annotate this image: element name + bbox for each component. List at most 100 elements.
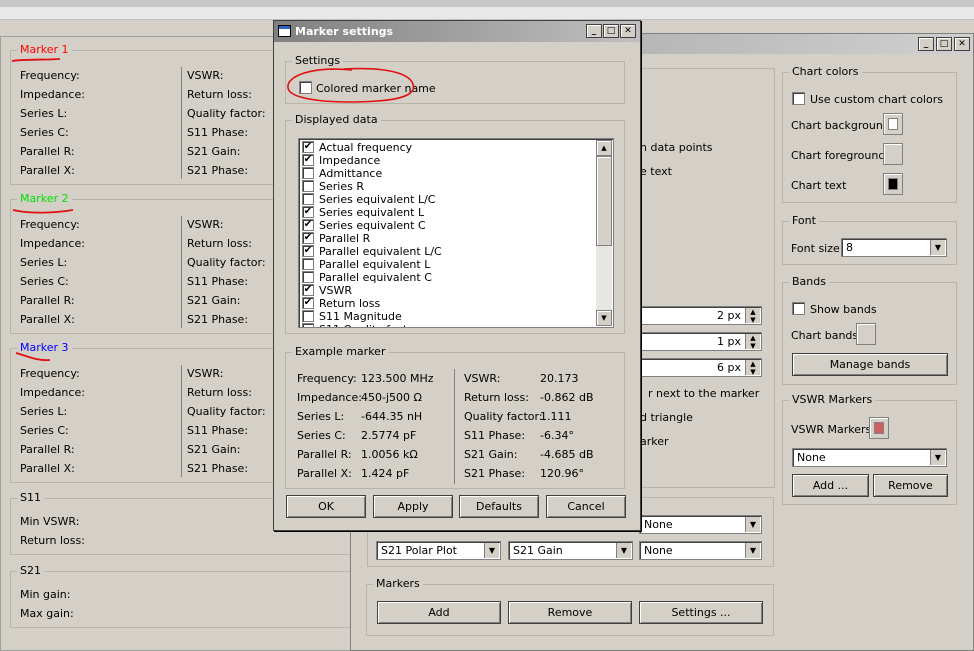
item-checkbox[interactable]	[302, 193, 314, 205]
maximize-icon[interactable]: □	[603, 24, 619, 38]
vswr-marker-select[interactable]: None ▼	[792, 448, 947, 467]
item-checkbox[interactable]: ✔	[302, 245, 314, 257]
item-checkbox[interactable]: ✔	[302, 141, 314, 153]
line-width-spinner[interactable]: 2 px ▲ ▼	[640, 306, 762, 325]
marker-settings-button[interactable]: Settings ...	[639, 601, 763, 624]
chart-select[interactable]: S21 Gain ▼	[508, 541, 633, 560]
item-checkbox[interactable]: ✔	[302, 232, 314, 244]
scroll-thumb[interactable]	[596, 156, 612, 246]
displayed-data-group: Displayed data ✔ Actual frequency ✔ Impedan…	[285, 113, 625, 334]
scroll-down-icon[interactable]: ▼	[596, 310, 612, 326]
show-bands-label: Show bands	[810, 303, 877, 316]
remove-marker-button[interactable]: Remove	[508, 601, 632, 624]
list-item[interactable]: ✔ VSWR	[299, 284, 613, 297]
list-item[interactable]: Series equivalent L/C	[299, 193, 613, 206]
example-field-value: 1.111	[540, 410, 572, 423]
minimize-icon[interactable]: _	[918, 37, 934, 51]
marker-field-label: Parallel X:	[20, 462, 75, 475]
spin-arrows-icon[interactable]: ▲ ▼	[745, 334, 760, 350]
item-checkbox[interactable]	[302, 323, 314, 327]
example-field-label: Parallel R:	[297, 448, 352, 461]
list-item[interactable]: Admittance	[299, 167, 613, 180]
chart-select[interactable]: None ▼	[639, 541, 762, 560]
ok-button[interactable]: OK	[286, 495, 366, 518]
font-size-select[interactable]: 8 ▼	[841, 238, 947, 257]
item-checkbox[interactable]: ✔	[302, 219, 314, 231]
marker-size-spinner[interactable]: 6 px ▲ ▼	[640, 358, 762, 377]
cancel-button[interactable]: Cancel	[546, 495, 626, 518]
list-scrollbar[interactable]: ▲ ▼	[596, 140, 612, 326]
close-icon[interactable]: ✕	[954, 37, 970, 51]
chevron-down-icon[interactable]: ▼	[930, 240, 945, 255]
list-item[interactable]: ✔ Parallel R	[299, 232, 613, 245]
item-checkbox[interactable]: ✔	[302, 284, 314, 296]
background-topbar	[0, 0, 974, 7]
vswr-marker-color-button[interactable]	[869, 417, 889, 439]
list-item[interactable]: ✔ Impedance	[299, 154, 613, 167]
list-item[interactable]: S11 Magnitude	[299, 310, 613, 323]
manage-bands-button[interactable]: Manage bands	[792, 353, 948, 376]
chevron-down-icon[interactable]: ▼	[484, 543, 499, 558]
item-checkbox[interactable]	[302, 271, 314, 283]
item-checkbox[interactable]: ✔	[302, 206, 314, 218]
list-item[interactable]: ✔ Series equivalent L	[299, 206, 613, 219]
list-item[interactable]: ✔ Parallel equivalent L/C	[299, 245, 613, 258]
spin-arrows-icon[interactable]: ▲ ▼	[745, 308, 760, 324]
partial-label: arker	[640, 435, 669, 448]
vswr-markers-label: VSWR Markers	[791, 423, 872, 436]
scroll-up-icon[interactable]: ▲	[596, 140, 612, 156]
item-checkbox[interactable]	[302, 310, 314, 322]
custom-colors-label: Use custom chart colors	[810, 93, 943, 106]
list-item[interactable]: ✔ Actual frequency	[299, 141, 613, 154]
item-label: Series R	[319, 180, 364, 193]
spin-arrows-icon[interactable]: ▲ ▼	[745, 360, 760, 376]
item-label: VSWR	[319, 284, 353, 297]
example-field-label: VSWR:	[464, 372, 501, 385]
list-item[interactable]: Series R	[299, 180, 613, 193]
chevron-down-icon[interactable]: ▼	[930, 450, 945, 465]
close-icon[interactable]: ✕	[620, 24, 636, 38]
chart-colors-title: Chart colors	[789, 65, 862, 78]
font-title: Font	[789, 214, 819, 227]
example-field-label: Return loss:	[464, 391, 529, 404]
add-vswr-marker-button[interactable]: Add ...	[792, 474, 869, 497]
item-checkbox[interactable]: ✔	[302, 297, 314, 309]
show-bands-checkbox[interactable]	[792, 302, 805, 315]
chevron-down-icon[interactable]: ▼	[745, 543, 760, 558]
chevron-down-icon[interactable]: ▼	[616, 543, 631, 558]
chart-select[interactable]: S21 Polar Plot ▼	[376, 541, 501, 560]
displayed-data-list[interactable]: ✔ Actual frequency ✔ Impedance Admittance Ser…	[298, 138, 614, 328]
list-item[interactable]: Parallel equivalent C	[299, 271, 613, 284]
point-size-spinner[interactable]: 1 px ▲ ▼	[640, 332, 762, 351]
remove-vswr-marker-button[interactable]: Remove	[873, 474, 948, 497]
annotation-circle	[287, 67, 415, 103]
chart-bands-color-button[interactable]	[856, 323, 876, 345]
list-item[interactable]: S11 Quality factor	[299, 323, 613, 327]
custom-colors-checkbox[interactable]	[792, 92, 805, 105]
minimize-icon[interactable]: _	[586, 24, 602, 38]
item-label: Series equivalent L/C	[319, 193, 436, 206]
chart-foreground-button[interactable]	[883, 143, 903, 165]
item-label: Parallel equivalent L	[319, 258, 431, 271]
chart-background-button[interactable]	[883, 113, 903, 135]
marker-field-label: S21 Phase:	[187, 164, 249, 177]
s21-title: S21	[17, 564, 44, 577]
example-field-label: Series L:	[297, 410, 345, 423]
item-checkbox[interactable]	[302, 180, 314, 192]
add-marker-button[interactable]: Add	[377, 601, 501, 624]
list-item[interactable]: ✔ Return loss	[299, 297, 613, 310]
apply-button[interactable]: Apply	[373, 495, 453, 518]
example-field-value: -0.862 dB	[540, 391, 594, 404]
item-checkbox[interactable]	[302, 167, 314, 179]
marker-field-label: S21 Phase:	[187, 462, 249, 475]
chart-select[interactable]: None ▼	[639, 515, 762, 534]
chevron-down-icon[interactable]: ▼	[745, 517, 760, 532]
defaults-button[interactable]: Defaults	[459, 495, 539, 518]
marker-field-label: Return loss:	[187, 386, 252, 399]
maximize-icon[interactable]: □	[936, 37, 952, 51]
list-item[interactable]: Parallel equivalent L	[299, 258, 613, 271]
item-checkbox[interactable]	[302, 258, 314, 270]
list-item[interactable]: ✔ Series equivalent C	[299, 219, 613, 232]
item-checkbox[interactable]: ✔	[302, 154, 314, 166]
chart-text-button[interactable]	[883, 173, 903, 195]
